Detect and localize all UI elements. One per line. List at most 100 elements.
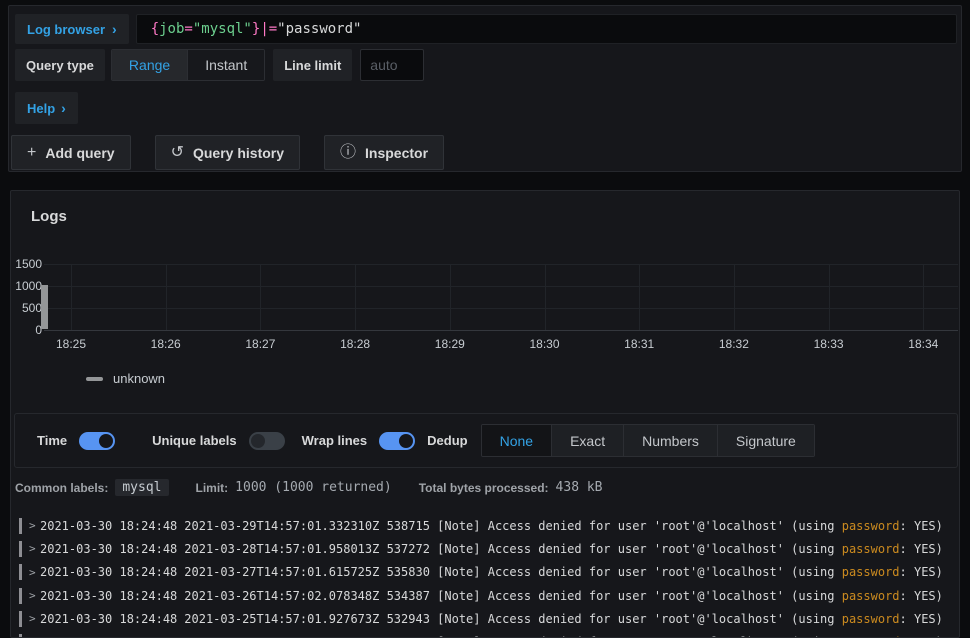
log-level-bar [19,541,22,557]
legend-series-label[interactable]: unknown [113,371,165,386]
bytes-processed-label: Total bytes processed: [419,481,549,495]
log-row[interactable]: > 2021-03-30 18:24:48 2021-03-28T14:57:01… [11,537,959,560]
log-options-box: Time Unique labels Wrap lines Dedup None… [14,413,958,468]
query-options-row: Query type RangeInstant Line limit [15,49,424,81]
chart-gridline-v [166,264,167,330]
chart-gridline-v [923,264,924,330]
help-button[interactable]: Help › [15,92,78,124]
log-timestamp: 2021-03-30 18:24:48 [40,542,177,556]
chart-gridline-h [44,308,958,309]
log-match-highlight: password [842,519,900,533]
query-token: } [252,21,260,37]
x-axis-tick-label: 18:33 [805,337,853,351]
query-token: job [159,21,184,37]
query-editor-panel: Log browser › {job="mysql"}|="password" … [8,5,962,172]
query-history-button[interactable]: ↺ Query history [155,135,300,170]
log-message-tail: : YES) [900,565,943,579]
dedup-option[interactable]: Exact [551,425,623,456]
chart-gridline-v [829,264,830,330]
query-row: Log browser › {job="mysql"}|="password" [15,14,957,44]
y-axis-tick-label: 1500 [10,257,42,271]
x-axis-tick-label: 18:27 [236,337,284,351]
query-token: { [151,21,159,37]
query-token: "password" [277,21,361,37]
dedup-group: NoneExactNumbersSignature [481,424,815,457]
line-limit-input[interactable] [360,49,424,81]
log-row[interactable]: > 2021-03-30 18:24:482021-03-26T14:57:02… [11,584,959,607]
time-toggle-label: Time [37,433,67,448]
history-icon: ↺ [171,145,184,161]
toggle-knob [251,434,265,448]
add-query-button[interactable]: + Add query [11,135,131,170]
help-row: Help › [15,92,78,124]
x-axis-tick-label: 18:32 [710,337,758,351]
log-message: 2021-03-27T14:57:01.615725Z 535830 [Note… [184,565,841,579]
log-timestamp: 2021-03-30 18:24:48 [40,565,177,579]
dedup-option[interactable]: Signature [717,425,814,456]
chart-gridline-v [450,264,451,330]
log-timestamp: 2021-03-30 18:24:48 [40,519,177,533]
query-type-option[interactable]: Instant [187,50,264,80]
log-level-bar [19,634,22,638]
x-axis-tick-label: 18:31 [615,337,663,351]
logs-panel: Logs 05001000150018:2518:2618:2718:2818:… [10,190,960,638]
chart-gridline-v [639,264,640,330]
log-match-highlight: password [842,565,900,579]
log-match-highlight: password [842,612,900,626]
toggle-knob [99,434,113,448]
log-row[interactable]: > 2021-03-30 18:24:48 2021-03-29T14:57:01… [11,514,959,537]
log-row[interactable]: > 2021-03-30 18:24:482021-03-25T14:57:01… [11,607,959,630]
log-level-bar [19,611,22,627]
log-rows: > 2021-03-30 18:24:48 2021-03-29T14:57:01… [11,514,959,638]
chart-plot[interactable]: 05001000150018:2518:2618:2718:2818:2918:… [44,264,958,330]
log-message-tail: : YES) [900,589,943,603]
x-axis-tick-label: 18:26 [142,337,190,351]
info-icon: ⓘ [340,145,356,161]
explore-actions-row: + Add query ↺ Query history ⓘ Inspector [11,135,444,170]
expand-chevron-icon[interactable]: > [29,542,38,555]
wrap-lines-toggle[interactable] [379,432,415,450]
chevron-right-icon: › [112,22,117,36]
query-token: = [184,21,192,37]
log-message-tail: : YES) [900,519,943,533]
expand-chevron-icon[interactable]: > [29,589,38,602]
query-history-label: Query history [193,145,284,161]
expand-chevron-icon[interactable]: > [29,519,38,532]
unique-labels-toggle[interactable] [249,432,285,450]
wrap-lines-toggle-label: Wrap lines [302,433,368,448]
log-line: 2021-03-30 18:24:48 2021-03-27T14:57:01.6… [40,565,943,579]
legend-series-icon [86,377,103,381]
log-timestamp: 2021-03-30 18:24:48 [40,589,177,603]
log-row[interactable]: > 2021-03-30 18:24:48 2021-03-27T14:57:01… [11,561,959,584]
log-line: 2021-03-30 18:24:48 2021-03-28T14:57:01.9… [40,542,943,556]
dedup-option[interactable]: None [482,425,551,456]
log-message: 2021-03-28T14:57:01.958013Z 537272 [Note… [184,542,841,556]
log-browser-button[interactable]: Log browser › [15,14,129,44]
chart-gridline-v [355,264,356,330]
chart-legend: unknown [86,371,165,386]
expand-chevron-icon[interactable]: > [29,566,38,579]
dedup-option[interactable]: Numbers [623,425,717,456]
log-message: 2021-03-25T14:57:01.927673Z 532943 [Note… [184,612,841,626]
log-match-highlight: password [842,589,900,603]
expand-chevron-icon[interactable]: > [29,612,38,625]
query-type-option[interactable]: Range [112,50,187,80]
y-axis-tick-label: 1000 [10,279,42,293]
time-toggle[interactable] [79,432,115,450]
plus-icon: + [27,145,36,161]
chart-gridline-v [545,264,546,330]
query-token: "mysql" [193,21,252,37]
query-input[interactable]: {job="mysql"}|="password" [136,14,957,44]
inspector-button[interactable]: ⓘ Inspector [324,135,444,170]
query-token: |= [260,21,277,37]
log-message-tail: : YES) [900,612,943,626]
chart-gridline-v [260,264,261,330]
panel-title: Logs [31,208,67,225]
histogram-bar[interactable] [41,285,48,329]
log-message: 2021-03-29T14:57:01.332310Z 538715 [Note… [184,519,841,533]
chevron-right-icon: › [61,101,66,115]
log-row[interactable]: > 2021-03-30 18:24:482021-03-24T14:57:01… [11,630,959,638]
chart-gridline-h [44,264,958,265]
x-axis-tick-label: 18:30 [521,337,569,351]
y-axis-tick-label: 500 [10,301,42,315]
